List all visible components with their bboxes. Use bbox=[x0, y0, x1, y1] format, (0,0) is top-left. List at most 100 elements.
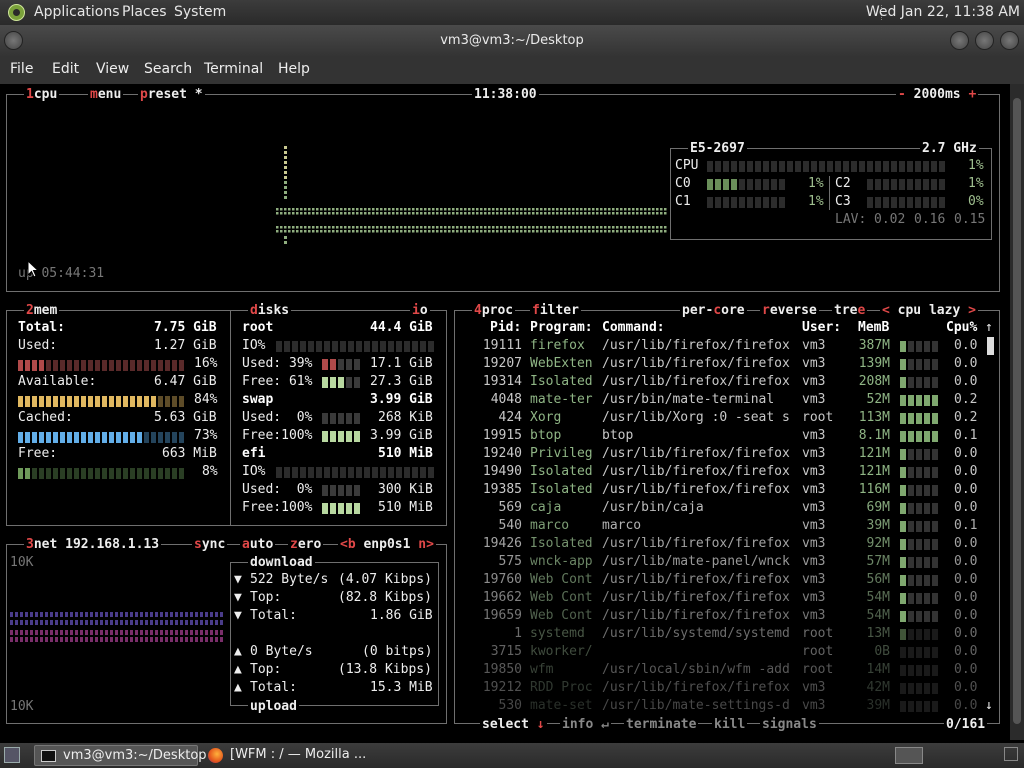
proc-program: wfm bbox=[530, 662, 554, 677]
cpu-graph-dot bbox=[296, 212, 299, 215]
table-row[interactable]: 4048 mate-ter/usr/bin/mate-terminal vm3 52M… bbox=[466, 391, 986, 409]
bar-cell bbox=[354, 431, 360, 442]
bar-cell bbox=[338, 431, 344, 442]
bar-cell bbox=[763, 161, 769, 172]
table-row[interactable]: 19915 btop btop vm3 8.1M 0.1 bbox=[466, 427, 986, 445]
cpu-graph-dot bbox=[356, 212, 359, 215]
table-row[interactable]: 19240 Privileg/usr/lib/firefox/firefox vm3… bbox=[466, 445, 986, 463]
proc-signals-action[interactable]: signals bbox=[760, 718, 819, 732]
col-program[interactable]: Program: bbox=[530, 319, 593, 337]
bar-cell bbox=[276, 467, 282, 478]
col-command[interactable]: Command: bbox=[602, 319, 665, 337]
menu-tab[interactable]: menu bbox=[88, 88, 124, 102]
window-titlebar[interactable]: vm3@vm3:~/Desktop bbox=[0, 25, 1024, 57]
places-menu[interactable]: Places bbox=[122, 4, 167, 20]
bar-cell bbox=[875, 161, 881, 172]
table-row[interactable]: 19490 Isolated/usr/lib/firefox/firefox vm3… bbox=[466, 463, 986, 481]
cpu-graph-dot bbox=[444, 230, 447, 233]
cpu-graph-dot bbox=[548, 208, 551, 211]
net-graph-cell bbox=[25, 630, 28, 635]
proc-scroll-up-icon[interactable]: ↑ bbox=[985, 319, 993, 337]
menu-terminal[interactable]: Terminal bbox=[204, 61, 263, 77]
table-row[interactable]: 424 Xorg/usr/lib/Xorg :0 -seat s root 113M 0… bbox=[466, 409, 986, 427]
table-row[interactable]: 19314 Isolated/usr/lib/firefox/firefox vm3… bbox=[466, 373, 986, 391]
menu-file[interactable]: File bbox=[10, 61, 33, 77]
table-row[interactable]: 530 mate-set/usr/lib/mate-settings-d vm3 39… bbox=[466, 697, 986, 715]
workspace-switcher[interactable] bbox=[895, 747, 923, 764]
disks-header[interactable]: disks bbox=[248, 304, 292, 318]
table-row[interactable]: 19385 Isolated/usr/lib/firefox/firefox vm3… bbox=[466, 481, 986, 499]
proc-program: systemd bbox=[530, 626, 585, 641]
net-interface-selector[interactable]: <b enp0s1 n> bbox=[338, 538, 436, 552]
table-row[interactable]: 540 marco marco vm3 39M 0.1 bbox=[466, 517, 986, 535]
trash-icon[interactable] bbox=[1004, 747, 1018, 761]
net-graph-cell bbox=[115, 630, 118, 635]
proc-filter[interactable]: filter bbox=[530, 304, 581, 318]
proc-terminate-action[interactable]: terminate bbox=[624, 718, 699, 732]
proc-cpu: 0.2 bbox=[954, 410, 978, 425]
table-row[interactable]: 575 wnck-app/usr/lib/mate-panel/wnck vm3 57… bbox=[466, 553, 986, 571]
proc-kill-action[interactable]: kill bbox=[712, 718, 748, 732]
proc-sort-selector[interactable]: < cpu lazy > bbox=[880, 304, 978, 318]
proc-scroll-thumb[interactable] bbox=[987, 337, 994, 355]
cpu-graph-dot bbox=[476, 226, 479, 229]
net-auto-toggle[interactable]: auto bbox=[240, 538, 276, 552]
net-zero-toggle[interactable]: zero bbox=[288, 538, 324, 552]
terminal-area[interactable]: 1cpu menu preset * 11:38:00 - 2000ms + E… bbox=[0, 84, 1010, 740]
proc-select[interactable]: select ↓ bbox=[480, 718, 547, 732]
bar-cell bbox=[747, 179, 753, 190]
menu-edit[interactable]: Edit bbox=[52, 61, 79, 77]
proc-tree-toggle[interactable]: tree bbox=[832, 304, 868, 318]
col-cpu[interactable]: Cpu% bbox=[946, 319, 977, 337]
proc-per-core-toggle[interactable]: per-core bbox=[680, 304, 747, 318]
menu-view[interactable]: View bbox=[96, 61, 129, 77]
net-sync-toggle[interactable]: sync bbox=[192, 538, 228, 552]
minimize-button[interactable] bbox=[950, 31, 969, 50]
preset-tab[interactable]: preset * bbox=[138, 88, 205, 102]
cpu-tab[interactable]: cpu bbox=[34, 87, 57, 102]
proc-info-action[interactable]: info ↵ bbox=[560, 718, 611, 732]
proc-list[interactable]: 19111 firefox/usr/lib/firefox/firefox vm3 3… bbox=[466, 337, 986, 715]
cpu-graph-dot bbox=[476, 208, 479, 211]
terminal-scrollbar-thumb[interactable] bbox=[1013, 98, 1021, 724]
table-row[interactable]: 19659 Web Cont/usr/lib/firefox/firefox vm3… bbox=[466, 607, 986, 625]
table-row[interactable]: 569 caja/usr/bin/caja vm3 69M 0.0 bbox=[466, 499, 986, 517]
taskbar-terminal[interactable]: vm3@vm3:~/Desktop bbox=[34, 745, 207, 766]
table-row[interactable]: 19212 RDD Proc/usr/lib/firefox/firefox vm3… bbox=[466, 679, 986, 697]
applications-menu[interactable]: Applications bbox=[34, 4, 120, 20]
proc-reverse-toggle[interactable]: reverse bbox=[760, 304, 819, 318]
maximize-button[interactable] bbox=[975, 31, 994, 50]
taskbar-firefox[interactable]: [WFM : / — Mozilla ... bbox=[202, 745, 368, 766]
close-button[interactable] bbox=[1000, 31, 1019, 50]
cpu-graph-dot bbox=[656, 208, 659, 211]
table-row[interactable]: 1 systemd/usr/lib/systemd/systemd root 13M 0… bbox=[466, 625, 986, 643]
menu-search[interactable]: Search bbox=[144, 61, 192, 77]
spark-cell bbox=[908, 413, 914, 424]
table-row[interactable]: 19760 Web Cont/usr/lib/firefox/firefox vm3… bbox=[466, 571, 986, 589]
proc-scroll-down-icon[interactable]: ↓ bbox=[985, 697, 993, 715]
cpu-graph-dot bbox=[336, 226, 339, 229]
disks-io-toggle[interactable]: io bbox=[410, 304, 430, 318]
interval-control[interactable]: - 2000ms + bbox=[896, 88, 979, 102]
menu-help[interactable]: Help bbox=[278, 61, 310, 77]
mate-logo-icon[interactable] bbox=[8, 4, 25, 21]
proc-mem: 0B bbox=[874, 644, 890, 659]
net-graph-cell bbox=[160, 620, 163, 625]
table-row[interactable]: 19850 wfm/usr/local/sbin/wfm -add root 14M 0… bbox=[466, 661, 986, 679]
terminal-scrollbar[interactable] bbox=[1010, 84, 1024, 740]
table-row[interactable]: 19426 Isolated/usr/lib/firefox/firefox vm3… bbox=[466, 535, 986, 553]
show-desktop-icon[interactable] bbox=[4, 747, 20, 763]
table-row[interactable]: 3715 kworker/root 0B 0.0 bbox=[466, 643, 986, 661]
table-row[interactable]: 19662 Web Cont/usr/lib/firefox/firefox vm3… bbox=[466, 589, 986, 607]
table-row[interactable]: 19111 firefox/usr/lib/firefox/firefox vm3 3… bbox=[466, 337, 986, 355]
system-menu[interactable]: System bbox=[174, 4, 226, 20]
cpu-graph-dot bbox=[544, 226, 547, 229]
bar-cell bbox=[915, 161, 921, 172]
col-user[interactable]: User: bbox=[802, 319, 841, 337]
col-pid[interactable]: Pid: bbox=[490, 319, 521, 337]
panel-clock[interactable]: Wed Jan 22, 11:38 AM bbox=[866, 4, 1020, 20]
col-mem[interactable]: MemB bbox=[858, 319, 889, 337]
table-row[interactable]: 19207 WebExten/usr/lib/firefox/firefox vm3… bbox=[466, 355, 986, 373]
disk-swap-used-bar bbox=[322, 413, 364, 424]
terminal-icon bbox=[41, 750, 56, 762]
